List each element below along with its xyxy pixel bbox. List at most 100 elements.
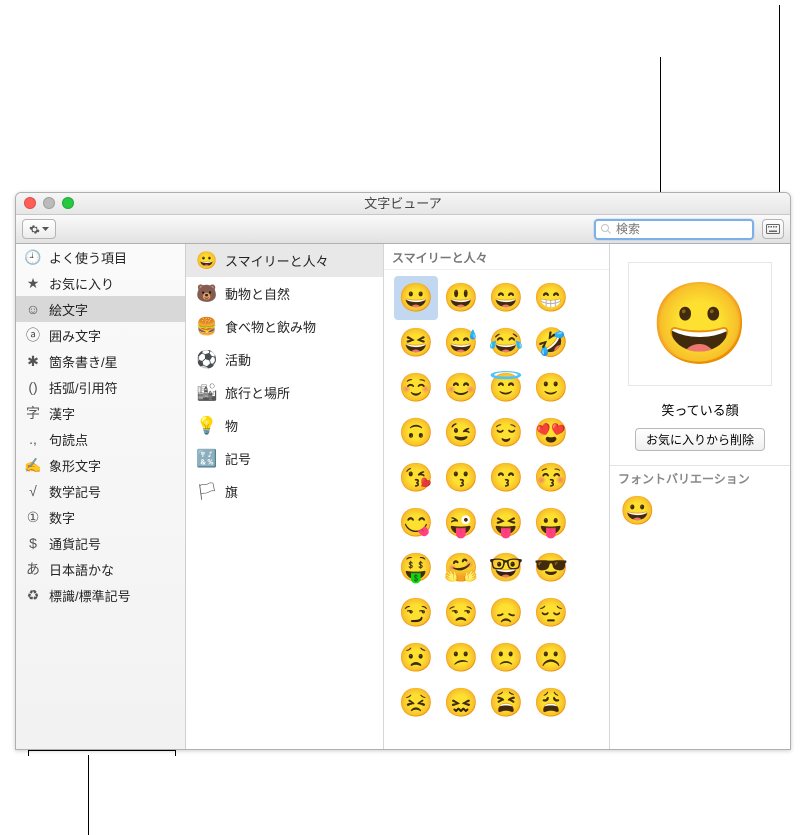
search-input[interactable]: [612, 222, 748, 236]
emoji-cell[interactable]: 😅: [439, 321, 483, 365]
emoji-cell[interactable]: 😒: [439, 591, 483, 635]
category-label: 標識/標準記号: [49, 586, 131, 605]
emoji-cell[interactable]: 😃: [439, 276, 483, 320]
emoji-cell[interactable]: 😌: [484, 411, 528, 455]
emoji-cell[interactable]: 😎: [529, 546, 573, 590]
category-label: 数字: [49, 508, 75, 527]
emoji-cell[interactable]: 😝: [484, 501, 528, 545]
emoji-cell[interactable]: 🤗: [439, 546, 483, 590]
subcategory-item[interactable]: 💡物: [186, 409, 383, 442]
titlebar: 文字ビューア: [16, 193, 790, 215]
category-item[interactable]: √数学記号: [16, 478, 185, 504]
category-label: 日本語かな: [49, 560, 114, 579]
category-icon: ☺: [24, 301, 42, 317]
emoji-cell[interactable]: 😗: [439, 456, 483, 500]
zoom-window-button[interactable]: [62, 197, 74, 209]
font-variation-item[interactable]: 😀: [610, 489, 790, 533]
emoji-cell[interactable]: 😛: [529, 501, 573, 545]
close-window-button[interactable]: [24, 197, 36, 209]
preview-glyph: 😀: [650, 284, 750, 364]
gear-icon: [29, 224, 40, 235]
category-icon: ♻: [24, 587, 42, 604]
emoji-cell[interactable]: 🤣: [529, 321, 573, 365]
emoji-cell[interactable]: 😄: [484, 276, 528, 320]
emoji-cell[interactable]: 😚: [529, 456, 573, 500]
category-item[interactable]: ★お気に入り: [16, 270, 185, 296]
category-item[interactable]: ♻ 標識/標準記号: [16, 582, 185, 608]
emoji-cell[interactable]: 😋: [394, 501, 438, 545]
category-icon: ✍: [24, 457, 42, 474]
category-item[interactable]: ⓐ囲み文字: [16, 322, 185, 348]
emoji-cell[interactable]: 😁: [529, 276, 573, 320]
category-item[interactable]: ✍象形文字: [16, 452, 185, 478]
category-item[interactable]: 字漢字: [16, 400, 185, 426]
emoji-cell[interactable]: 🙃: [394, 411, 438, 455]
category-item[interactable]: ()括弧/引用符: [16, 374, 185, 400]
font-variations-title: フォントバリエーション: [610, 465, 790, 489]
emoji-cell[interactable]: 😜: [439, 501, 483, 545]
keyboard-viewer-button[interactable]: [762, 219, 784, 239]
emoji-cell[interactable]: 🤑: [394, 546, 438, 590]
emoji-cell[interactable]: 😘: [394, 456, 438, 500]
emoji-cell[interactable]: 😖: [439, 681, 483, 725]
emoji-cell[interactable]: 😔: [529, 591, 573, 635]
category-item[interactable]: $通貨記号: [16, 530, 185, 556]
action-menu-button[interactable]: [22, 219, 56, 239]
emoji-cell[interactable]: 😞: [484, 591, 528, 635]
subcategory-label: 記号: [225, 449, 251, 468]
emoji-cell[interactable]: 😙: [484, 456, 528, 500]
subcategory-item[interactable]: 🏳旗: [186, 475, 383, 508]
subcategory-icon: 🏙: [196, 383, 218, 403]
category-icon: ✱: [24, 353, 42, 370]
emoji-cell[interactable]: 😟: [394, 636, 438, 680]
emoji-cell[interactable]: 😏: [394, 591, 438, 635]
grid-section-title: スマイリーと人々: [384, 244, 609, 270]
subcategory-item[interactable]: 🍔 食べ物と飲み物: [186, 310, 383, 343]
emoji-cell[interactable]: ☺️: [394, 366, 438, 410]
category-icon: あ: [24, 559, 42, 579]
category-label: 括弧/引用符: [49, 378, 118, 397]
emoji-cell[interactable]: 😫: [484, 681, 528, 725]
category-label: 句読点: [49, 430, 88, 449]
emoji-cell[interactable]: 😇: [484, 366, 528, 410]
subcategory-item[interactable]: 🐻 動物と自然: [186, 277, 383, 310]
remove-from-favorites-button[interactable]: お気に入りから削除: [635, 428, 765, 451]
category-label: よく使う項目: [49, 248, 127, 267]
emoji-cell[interactable]: 😉: [439, 411, 483, 455]
character-preview: 😀: [610, 244, 790, 404]
emoji-cell[interactable]: 😩: [529, 681, 573, 725]
category-item[interactable]: ✱箇条書き/星: [16, 348, 185, 374]
emoji-cell[interactable]: 😀: [394, 276, 438, 320]
emoji-cell[interactable]: 😊: [439, 366, 483, 410]
subcategory-item[interactable]: 🔣記号: [186, 442, 383, 475]
subcategory-item[interactable]: ⚽活動: [186, 343, 383, 376]
emoji-cell[interactable]: 🤓: [484, 546, 528, 590]
emoji-cell[interactable]: 🙁: [484, 636, 528, 680]
subcategory-label: 動物と自然: [225, 284, 290, 303]
subcategory-item[interactable]: 😀スマイリーと人々: [186, 244, 383, 277]
subcategory-sidebar: 😀スマイリーと人々 🐻 動物と自然 🍔 食べ物と飲み物 ⚽活動🏙旅行と場所💡物🔣記号🏳旗: [186, 244, 384, 749]
subcategory-item[interactable]: 🏙旅行と場所: [186, 376, 383, 409]
category-item[interactable]: 🕘よく使う項目: [16, 244, 185, 270]
subcategory-icon: 🐻: [196, 284, 218, 304]
keyboard-icon: [766, 224, 780, 234]
emoji-cell[interactable]: 😂: [484, 321, 528, 365]
category-item[interactable]: あ日本語かな: [16, 556, 185, 582]
detail-pane: 😀 笑っている顔 お気に入りから削除 フォントバリエーション 😀: [610, 244, 790, 749]
category-item[interactable]: ☺絵文字: [16, 296, 185, 322]
emoji-cell[interactable]: 😣: [394, 681, 438, 725]
subcategory-icon: 🍔: [196, 317, 218, 337]
minimize-window-button[interactable]: [43, 197, 55, 209]
category-item[interactable]: ①数字: [16, 504, 185, 530]
emoji-cell[interactable]: ☹️: [529, 636, 573, 680]
emoji-cell[interactable]: 😆: [394, 321, 438, 365]
emoji-cell[interactable]: 😕: [439, 636, 483, 680]
category-icon: $: [24, 535, 42, 551]
emoji-cell[interactable]: 🙂: [529, 366, 573, 410]
subcategory-label: 食べ物と飲み物: [225, 317, 316, 336]
emoji-cell[interactable]: 😍: [529, 411, 573, 455]
category-icon: .,: [24, 431, 42, 447]
search-field[interactable]: [594, 219, 754, 240]
category-item[interactable]: ., 句読点: [16, 426, 185, 452]
variation-glyph: 😀: [620, 495, 655, 526]
